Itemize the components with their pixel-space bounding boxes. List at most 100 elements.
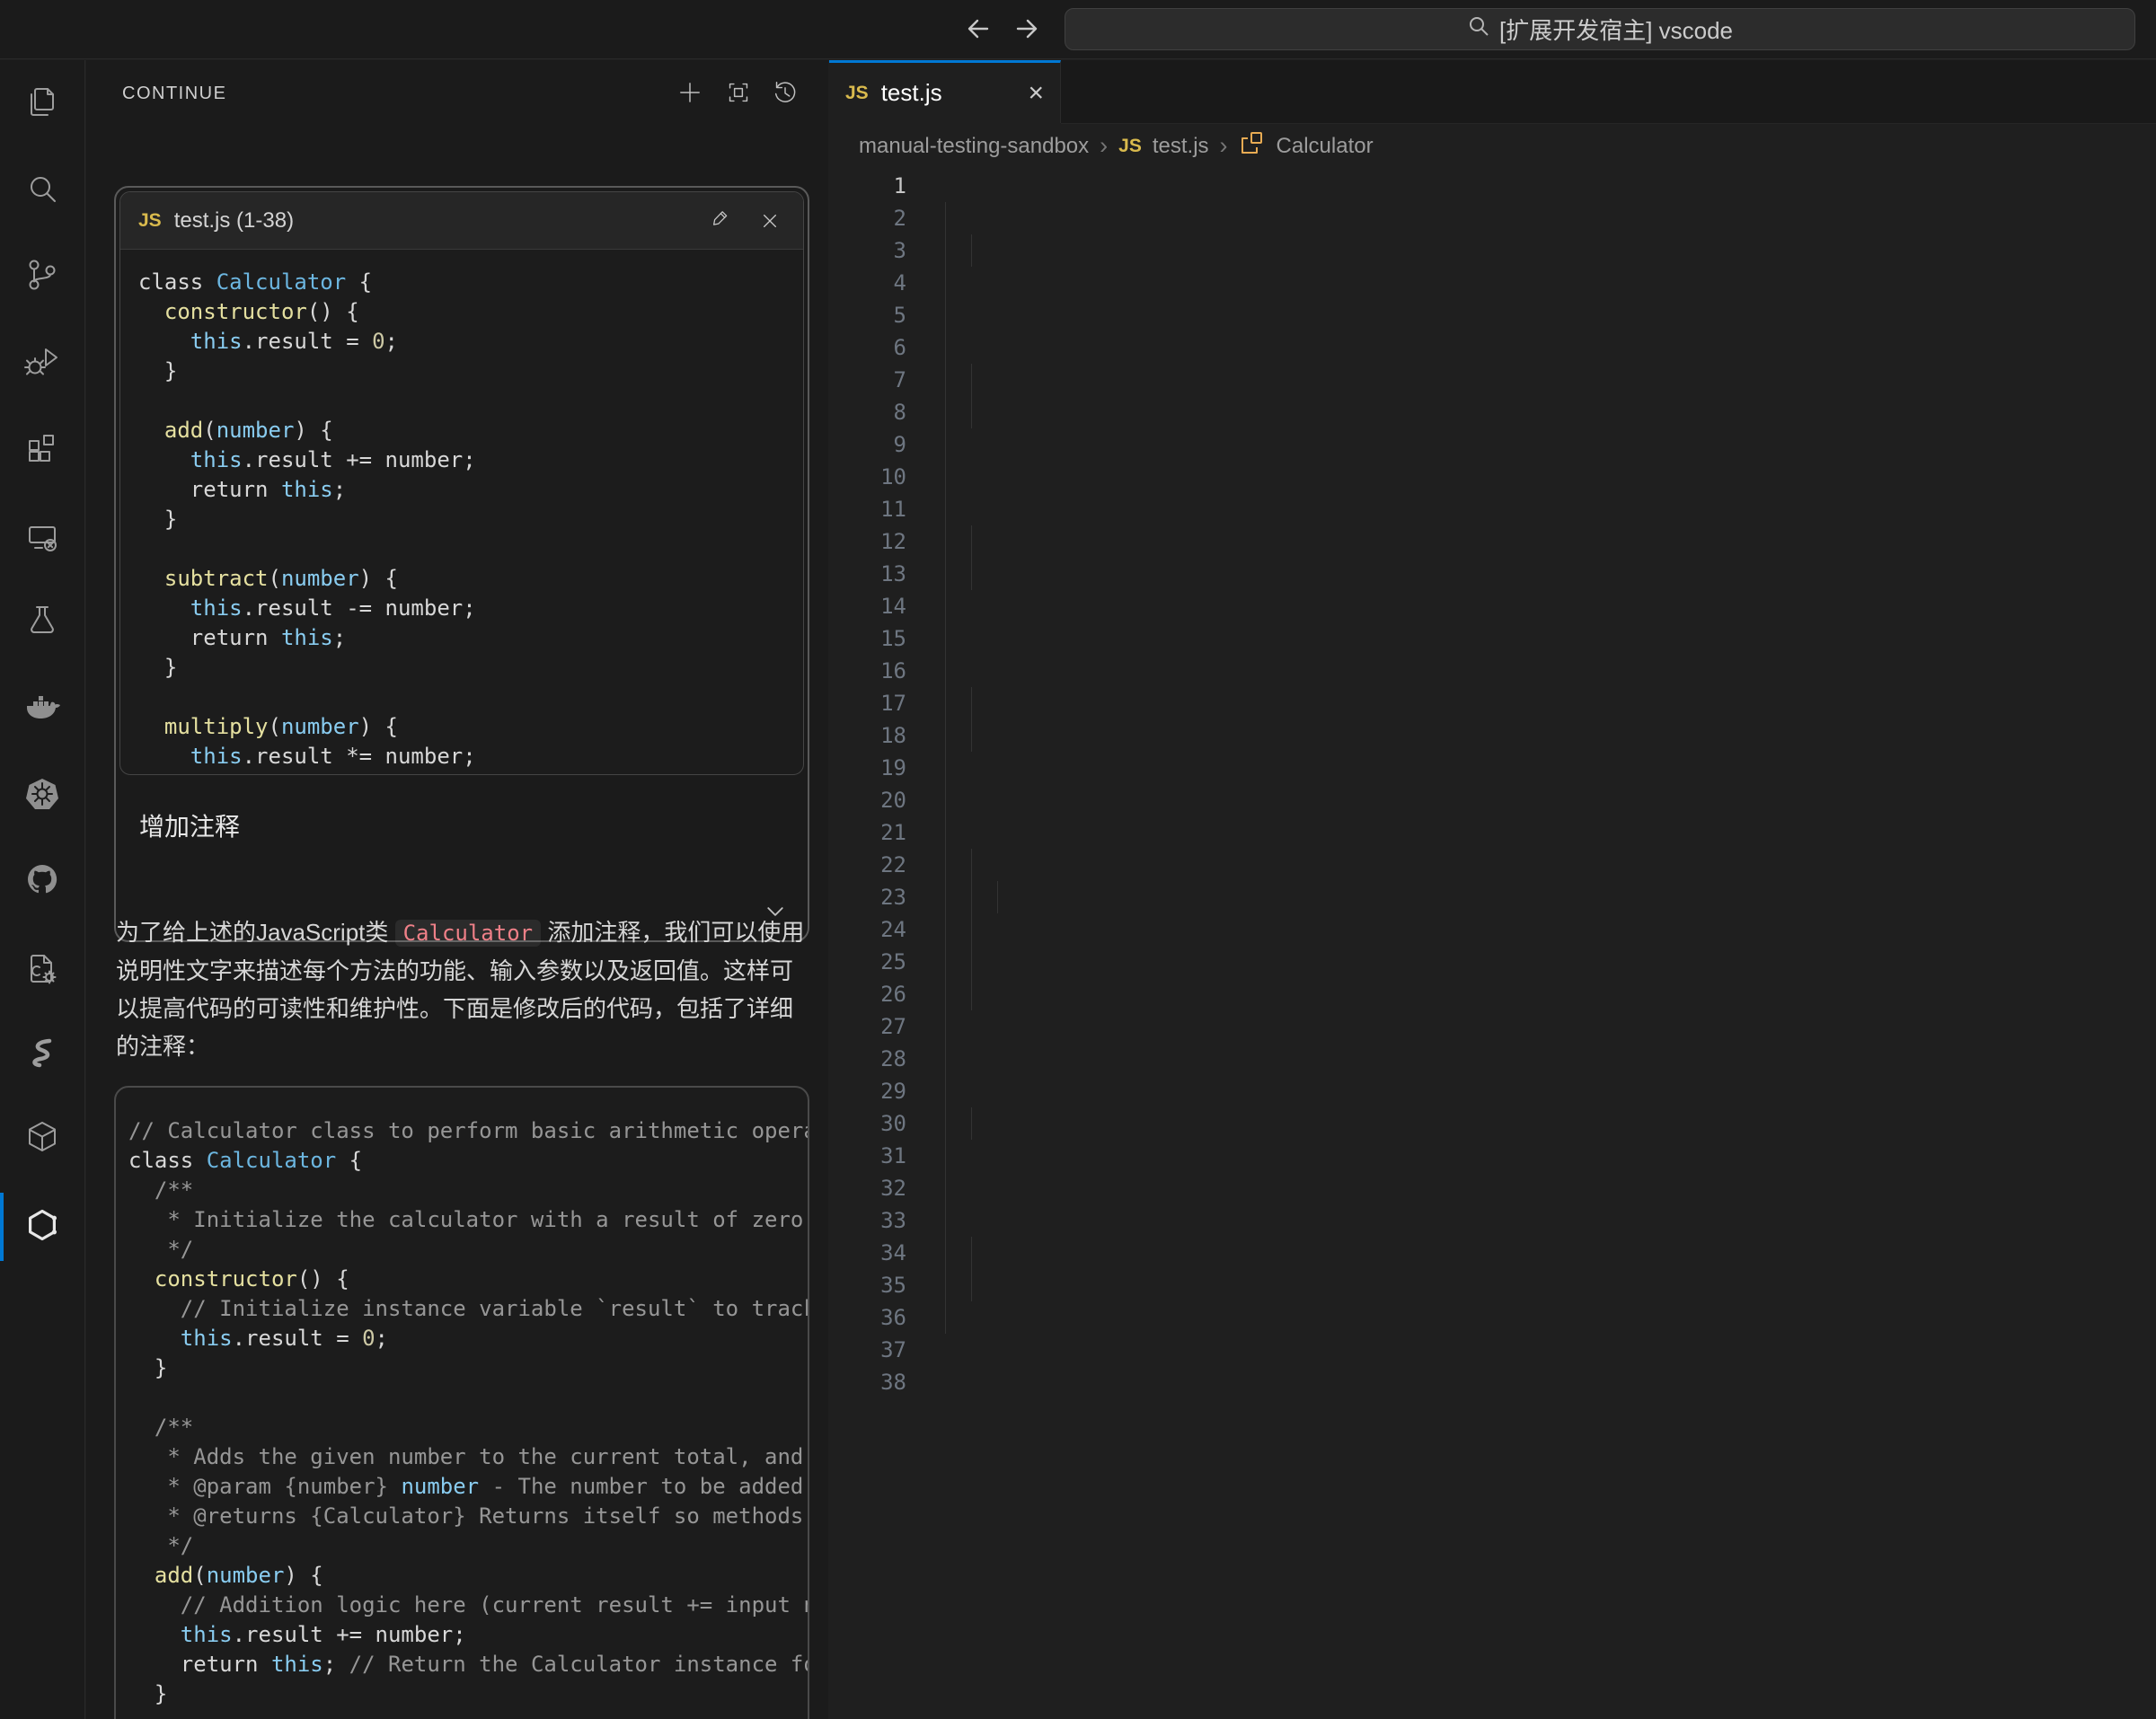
- sidebar-item-search[interactable]: [0, 172, 84, 211]
- line-number: 33: [829, 1204, 944, 1237]
- search-icon: [22, 170, 62, 214]
- continue-panel: CONTINUE JS test.js (1-38) class Calcula…: [86, 60, 828, 1719]
- close-icon[interactable]: [755, 206, 785, 236]
- sidebar-item-remote-explorer[interactable]: [0, 519, 84, 559]
- code-line: constructor() {: [128, 1265, 808, 1294]
- code-line: // Calculator class to perform basic ari…: [128, 1116, 808, 1146]
- sidebar-item-run-debug[interactable]: [0, 343, 84, 383]
- code-line: */: [128, 1235, 808, 1265]
- continue-input-box[interactable]: JS test.js (1-38) class Calculator { con…: [114, 186, 809, 942]
- sourcegraph-icon: [22, 1033, 62, 1077]
- search-text: [扩展开发宿主] vscode: [1499, 13, 1733, 46]
- code-editor[interactable]: 1234567891011121314151617181920212223242…: [829, 168, 2156, 1719]
- line-number: 16: [829, 655, 944, 687]
- code-line: }: [128, 1679, 808, 1709]
- tab-close-icon[interactable]: ×: [1028, 80, 1044, 107]
- tab-bar: JS test.js ×: [829, 60, 2156, 123]
- code-context-card: JS test.js (1-38) class Calculator { con…: [119, 191, 804, 775]
- response-code-block: // Calculator class to perform basic ari…: [114, 1086, 809, 1719]
- history-icon: [771, 78, 800, 111]
- maximize-icon: [724, 78, 753, 111]
- new-session-button[interactable]: [670, 75, 710, 114]
- line-number: 18: [829, 719, 944, 752]
- code-line: this.result -= number;: [138, 594, 803, 623]
- line-number: 14: [829, 590, 944, 622]
- code-line: multiply(number) {: [138, 712, 803, 742]
- sidebar-item-github[interactable]: [0, 861, 84, 901]
- maximize-button[interactable]: [719, 75, 758, 114]
- line-number: 29: [829, 1075, 944, 1107]
- line-number: 19: [829, 752, 944, 784]
- editor-group: JS test.js × manual-testing-sandbox › JS…: [829, 60, 2156, 1719]
- code-line: add(number) {: [138, 416, 803, 445]
- plus-icon: [676, 78, 704, 111]
- arrow-left-icon: [963, 14, 992, 48]
- inline-code-chip: Calculator: [395, 920, 542, 947]
- user-prompt-text: 增加注释: [139, 807, 240, 843]
- sidebar-item-source-control[interactable]: [0, 257, 84, 296]
- line-number: 7: [829, 364, 944, 396]
- line-number: 8: [829, 396, 944, 428]
- code-line: this.result += number;: [138, 445, 803, 475]
- line-number: 5: [829, 299, 944, 331]
- arrow-right-icon: [1013, 14, 1042, 48]
- line-number: 9: [829, 428, 944, 461]
- code-line: return this;: [138, 771, 803, 775]
- code-line: [138, 683, 803, 712]
- cube-icon: [22, 1117, 62, 1161]
- chevron-right-icon: ›: [1100, 132, 1108, 160]
- js-file-icon: JS: [138, 210, 162, 232]
- code-line: this.result = 0;: [138, 327, 803, 357]
- code-card-header: JS test.js (1-38): [120, 192, 803, 250]
- breadcrumb-symbol[interactable]: Calculator: [1277, 134, 1374, 159]
- line-number: 26: [829, 978, 944, 1010]
- editor-code-area[interactable]: [944, 170, 2156, 1719]
- line-number: 3: [829, 234, 944, 267]
- line-number: 2: [829, 202, 944, 234]
- indent-guides: [944, 170, 2156, 1719]
- js-file-icon: JS: [845, 83, 869, 104]
- chevron-right-icon: ›: [1220, 132, 1228, 160]
- line-number: 21: [829, 816, 944, 849]
- line-number: 11: [829, 493, 944, 525]
- activity-bar: [0, 60, 85, 1719]
- js-file-icon: JS: [1118, 136, 1142, 157]
- sidebar-item-docker[interactable]: [0, 690, 84, 729]
- extensions-icon: [22, 428, 62, 472]
- line-number: 28: [829, 1043, 944, 1075]
- sidebar-item-extensions[interactable]: [0, 430, 84, 470]
- panel-title: CONTINUE: [122, 84, 226, 104]
- line-number: 38: [829, 1366, 944, 1398]
- sidebar-item-cmake-tools[interactable]: [0, 951, 84, 991]
- sidebar-item-testing[interactable]: [0, 603, 84, 642]
- code-line: this.result *= number;: [138, 742, 803, 771]
- sidebar-item-explorer[interactable]: [0, 84, 84, 124]
- line-number: 23: [829, 881, 944, 913]
- sidebar-item-continue[interactable]: [0, 1207, 84, 1247]
- sidebar-item-dev-containers[interactable]: [0, 1119, 84, 1159]
- code-line: subtract(number) {: [138, 564, 803, 594]
- line-number: 10: [829, 461, 944, 493]
- code-line: // Initialize instance variable `result`…: [128, 1294, 808, 1324]
- code-line: class Calculator {: [138, 268, 803, 297]
- code-line: return this; // Return the Calculator in…: [128, 1650, 808, 1679]
- line-number-gutter: 1234567891011121314151617181920212223242…: [829, 170, 944, 1398]
- sidebar-item-sourcegraph[interactable]: [0, 1035, 84, 1074]
- code-line: /**: [128, 1413, 808, 1442]
- paintbrush-icon[interactable]: [704, 206, 735, 236]
- code-line: * Adds the given number to the current t…: [128, 1442, 808, 1472]
- source-control-icon: [22, 255, 62, 299]
- command-center-search[interactable]: [扩展开发宿主] vscode: [1065, 8, 2135, 50]
- breadcrumb-folder[interactable]: manual-testing-sandbox: [859, 134, 1089, 159]
- sidebar-item-kubernetes[interactable]: [0, 776, 84, 815]
- tab-testjs[interactable]: JS test.js ×: [829, 60, 1061, 123]
- back-button[interactable]: [959, 13, 995, 48]
- code-line: this.result = 0;: [128, 1324, 808, 1353]
- history-button[interactable]: [765, 75, 805, 114]
- line-number: 1: [829, 170, 944, 202]
- code-line: /**: [128, 1176, 808, 1205]
- line-number: 12: [829, 525, 944, 558]
- breadcrumb-file[interactable]: test.js: [1153, 134, 1209, 159]
- line-number: 30: [829, 1107, 944, 1140]
- forward-button[interactable]: [1010, 13, 1046, 48]
